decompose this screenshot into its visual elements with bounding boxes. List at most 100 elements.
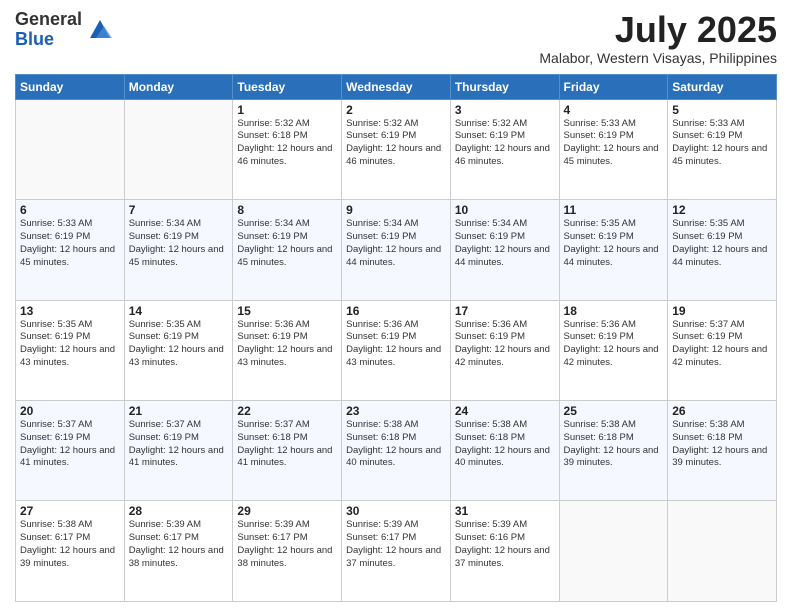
day-info: Sunrise: 5:37 AMSunset: 6:19 PMDaylight:… [20, 419, 120, 470]
day-info: Sunrise: 5:33 AMSunset: 6:19 PMDaylight:… [564, 118, 664, 169]
cell-1-3: 9Sunrise: 5:34 AMSunset: 6:19 PMDaylight… [342, 200, 451, 300]
cell-4-0: 27Sunrise: 5:38 AMSunset: 6:17 PMDayligh… [16, 501, 125, 602]
day-number: 31 [455, 504, 555, 518]
day-info: Sunrise: 5:35 AMSunset: 6:19 PMDaylight:… [129, 319, 229, 370]
day-info: Sunrise: 5:34 AMSunset: 6:19 PMDaylight:… [455, 218, 555, 269]
cell-1-0: 6Sunrise: 5:33 AMSunset: 6:19 PMDaylight… [16, 200, 125, 300]
day-number: 11 [564, 203, 664, 217]
day-info: Sunrise: 5:32 AMSunset: 6:19 PMDaylight:… [455, 118, 555, 169]
day-number: 8 [237, 203, 337, 217]
header-row: Sunday Monday Tuesday Wednesday Thursday… [16, 74, 777, 99]
cell-1-4: 10Sunrise: 5:34 AMSunset: 6:19 PMDayligh… [450, 200, 559, 300]
day-number: 10 [455, 203, 555, 217]
cell-4-5 [559, 501, 668, 602]
day-info: Sunrise: 5:34 AMSunset: 6:19 PMDaylight:… [346, 218, 446, 269]
cell-3-6: 26Sunrise: 5:38 AMSunset: 6:18 PMDayligh… [668, 401, 777, 501]
day-number: 2 [346, 103, 446, 117]
day-number: 25 [564, 404, 664, 418]
week-row-2: 6Sunrise: 5:33 AMSunset: 6:19 PMDaylight… [16, 200, 777, 300]
week-row-4: 20Sunrise: 5:37 AMSunset: 6:19 PMDayligh… [16, 401, 777, 501]
week-row-3: 13Sunrise: 5:35 AMSunset: 6:19 PMDayligh… [16, 300, 777, 400]
col-wednesday: Wednesday [342, 74, 451, 99]
logo: General Blue [15, 10, 114, 50]
logo-general: General [15, 10, 82, 30]
cell-3-0: 20Sunrise: 5:37 AMSunset: 6:19 PMDayligh… [16, 401, 125, 501]
cell-3-2: 22Sunrise: 5:37 AMSunset: 6:18 PMDayligh… [233, 401, 342, 501]
day-info: Sunrise: 5:38 AMSunset: 6:18 PMDaylight:… [564, 419, 664, 470]
calendar-body: 1Sunrise: 5:32 AMSunset: 6:18 PMDaylight… [16, 99, 777, 601]
main-title: July 2025 [539, 10, 777, 50]
cell-3-4: 24Sunrise: 5:38 AMSunset: 6:18 PMDayligh… [450, 401, 559, 501]
cell-0-6: 5Sunrise: 5:33 AMSunset: 6:19 PMDaylight… [668, 99, 777, 199]
day-number: 23 [346, 404, 446, 418]
cell-1-1: 7Sunrise: 5:34 AMSunset: 6:19 PMDaylight… [124, 200, 233, 300]
cell-3-1: 21Sunrise: 5:37 AMSunset: 6:19 PMDayligh… [124, 401, 233, 501]
day-number: 16 [346, 304, 446, 318]
day-number: 27 [20, 504, 120, 518]
day-info: Sunrise: 5:37 AMSunset: 6:19 PMDaylight:… [129, 419, 229, 470]
day-number: 3 [455, 103, 555, 117]
col-tuesday: Tuesday [233, 74, 342, 99]
cell-2-4: 17Sunrise: 5:36 AMSunset: 6:19 PMDayligh… [450, 300, 559, 400]
logo-text: General Blue [15, 10, 82, 50]
week-row-5: 27Sunrise: 5:38 AMSunset: 6:17 PMDayligh… [16, 501, 777, 602]
cell-4-4: 31Sunrise: 5:39 AMSunset: 6:16 PMDayligh… [450, 501, 559, 602]
title-block: July 2025 Malabor, Western Visayas, Phil… [539, 10, 777, 66]
day-info: Sunrise: 5:33 AMSunset: 6:19 PMDaylight:… [20, 218, 120, 269]
day-number: 1 [237, 103, 337, 117]
cell-3-3: 23Sunrise: 5:38 AMSunset: 6:18 PMDayligh… [342, 401, 451, 501]
cell-0-0 [16, 99, 125, 199]
day-info: Sunrise: 5:38 AMSunset: 6:18 PMDaylight:… [346, 419, 446, 470]
col-sunday: Sunday [16, 74, 125, 99]
col-thursday: Thursday [450, 74, 559, 99]
day-number: 13 [20, 304, 120, 318]
calendar-table: Sunday Monday Tuesday Wednesday Thursday… [15, 74, 777, 602]
day-number: 12 [672, 203, 772, 217]
day-number: 19 [672, 304, 772, 318]
day-info: Sunrise: 5:38 AMSunset: 6:17 PMDaylight:… [20, 519, 120, 570]
day-number: 14 [129, 304, 229, 318]
day-info: Sunrise: 5:37 AMSunset: 6:19 PMDaylight:… [672, 319, 772, 370]
day-number: 26 [672, 404, 772, 418]
logo-icon [86, 16, 114, 44]
cell-2-1: 14Sunrise: 5:35 AMSunset: 6:19 PMDayligh… [124, 300, 233, 400]
day-info: Sunrise: 5:35 AMSunset: 6:19 PMDaylight:… [20, 319, 120, 370]
subtitle: Malabor, Western Visayas, Philippines [539, 50, 777, 66]
cell-0-2: 1Sunrise: 5:32 AMSunset: 6:18 PMDaylight… [233, 99, 342, 199]
day-number: 5 [672, 103, 772, 117]
cell-1-5: 11Sunrise: 5:35 AMSunset: 6:19 PMDayligh… [559, 200, 668, 300]
cell-0-1 [124, 99, 233, 199]
day-info: Sunrise: 5:34 AMSunset: 6:19 PMDaylight:… [237, 218, 337, 269]
day-info: Sunrise: 5:38 AMSunset: 6:18 PMDaylight:… [455, 419, 555, 470]
day-number: 29 [237, 504, 337, 518]
col-friday: Friday [559, 74, 668, 99]
day-number: 22 [237, 404, 337, 418]
day-info: Sunrise: 5:39 AMSunset: 6:17 PMDaylight:… [346, 519, 446, 570]
cell-4-1: 28Sunrise: 5:39 AMSunset: 6:17 PMDayligh… [124, 501, 233, 602]
day-info: Sunrise: 5:37 AMSunset: 6:18 PMDaylight:… [237, 419, 337, 470]
col-monday: Monday [124, 74, 233, 99]
day-number: 9 [346, 203, 446, 217]
cell-1-6: 12Sunrise: 5:35 AMSunset: 6:19 PMDayligh… [668, 200, 777, 300]
day-number: 6 [20, 203, 120, 217]
day-info: Sunrise: 5:36 AMSunset: 6:19 PMDaylight:… [564, 319, 664, 370]
day-info: Sunrise: 5:33 AMSunset: 6:19 PMDaylight:… [672, 118, 772, 169]
col-saturday: Saturday [668, 74, 777, 99]
day-number: 20 [20, 404, 120, 418]
day-info: Sunrise: 5:36 AMSunset: 6:19 PMDaylight:… [455, 319, 555, 370]
cell-2-3: 16Sunrise: 5:36 AMSunset: 6:19 PMDayligh… [342, 300, 451, 400]
day-info: Sunrise: 5:38 AMSunset: 6:18 PMDaylight:… [672, 419, 772, 470]
page: General Blue July 2025 Malabor, Western … [0, 0, 792, 612]
cell-2-2: 15Sunrise: 5:36 AMSunset: 6:19 PMDayligh… [233, 300, 342, 400]
week-row-1: 1Sunrise: 5:32 AMSunset: 6:18 PMDaylight… [16, 99, 777, 199]
calendar-header: Sunday Monday Tuesday Wednesday Thursday… [16, 74, 777, 99]
logo-blue: Blue [15, 30, 82, 50]
cell-2-0: 13Sunrise: 5:35 AMSunset: 6:19 PMDayligh… [16, 300, 125, 400]
day-info: Sunrise: 5:36 AMSunset: 6:19 PMDaylight:… [346, 319, 446, 370]
cell-4-6 [668, 501, 777, 602]
day-info: Sunrise: 5:35 AMSunset: 6:19 PMDaylight:… [564, 218, 664, 269]
cell-0-5: 4Sunrise: 5:33 AMSunset: 6:19 PMDaylight… [559, 99, 668, 199]
cell-4-2: 29Sunrise: 5:39 AMSunset: 6:17 PMDayligh… [233, 501, 342, 602]
cell-0-3: 2Sunrise: 5:32 AMSunset: 6:19 PMDaylight… [342, 99, 451, 199]
cell-1-2: 8Sunrise: 5:34 AMSunset: 6:19 PMDaylight… [233, 200, 342, 300]
